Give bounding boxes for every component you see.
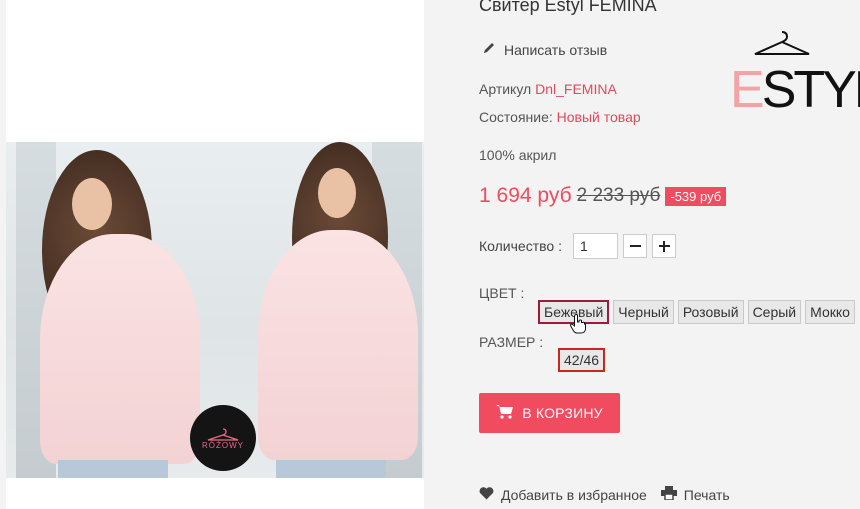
size-option-42-46[interactable]: 42/46 <box>558 348 606 372</box>
model-face-left <box>72 178 112 230</box>
badge-text: RÓŻOWY <box>202 440 244 450</box>
add-to-cart-button[interactable]: В КОРЗИНУ <box>479 393 620 433</box>
jeans-left <box>58 460 168 478</box>
quantity-row: Количество : 1 <box>479 233 681 259</box>
discount-badge: -539 руб <box>665 186 727 206</box>
brand-logo: ESTYL <box>727 30 860 119</box>
condition-value: Новый товар <box>556 109 641 125</box>
product-actions: Добавить в избранное Печать <box>479 486 730 503</box>
hanger-icon <box>205 427 241 441</box>
write-review-link[interactable]: Написать отзыв <box>482 41 607 58</box>
sweater-left <box>40 234 200 464</box>
product-title: Свитер Estyl FEMINA <box>479 0 657 15</box>
condition-label: Состояние: <box>479 109 553 125</box>
sku-line: Артикул Dnl_FEMINA <box>479 81 617 97</box>
print-link[interactable]: Печать <box>660 486 730 503</box>
sku-label: Артикул <box>479 81 532 97</box>
hand-cursor-icon <box>569 314 586 339</box>
size-label: РАЗМЕР : <box>479 334 544 350</box>
pencil-icon <box>482 41 496 58</box>
model-face-right <box>318 168 356 218</box>
quantity-decrease-button[interactable] <box>622 234 647 258</box>
color-option-pink[interactable]: Розовый <box>677 300 744 324</box>
old-price: 2 233 руб <box>576 185 661 206</box>
color-option-gray[interactable]: Серый <box>747 300 802 324</box>
color-option-black[interactable]: Черный <box>613 300 674 324</box>
wishlist-label: Добавить в избранное <box>501 486 647 503</box>
condition-line: Состояние: Новый товар <box>479 109 641 125</box>
sku-value: Dnl_FEMINA <box>535 81 617 97</box>
add-to-wishlist-link[interactable]: Добавить в избранное <box>479 486 647 503</box>
printer-icon <box>660 486 677 503</box>
quantity-input[interactable]: 1 <box>572 233 618 259</box>
current-price: 1 694 руб <box>479 184 572 207</box>
write-review-label: Написать отзыв <box>504 41 608 58</box>
minus-icon <box>629 245 641 247</box>
cart-icon <box>496 404 514 422</box>
sweater-right <box>258 230 418 460</box>
size-options: 42/46 <box>558 348 606 372</box>
material-text: 100% акрил <box>479 147 557 163</box>
jeans-right <box>276 460 386 478</box>
add-to-cart-label: В КОРЗИНУ <box>522 405 603 421</box>
heart-icon <box>479 486 494 503</box>
color-label: ЦВЕТ : <box>479 285 525 301</box>
hanger-logo-icon <box>754 31 810 55</box>
print-label: Печать <box>683 486 730 503</box>
quantity-increase-button[interactable] <box>651 234 676 258</box>
quantity-label: Количество : <box>479 238 562 254</box>
price-row: 1 694 руб 2 233 руб -539 руб <box>479 184 727 208</box>
logo-text: ESTYL <box>730 61 860 119</box>
color-option-mocha[interactable]: Мокко <box>805 300 855 324</box>
color-badge: RÓŻOWY <box>190 405 256 471</box>
